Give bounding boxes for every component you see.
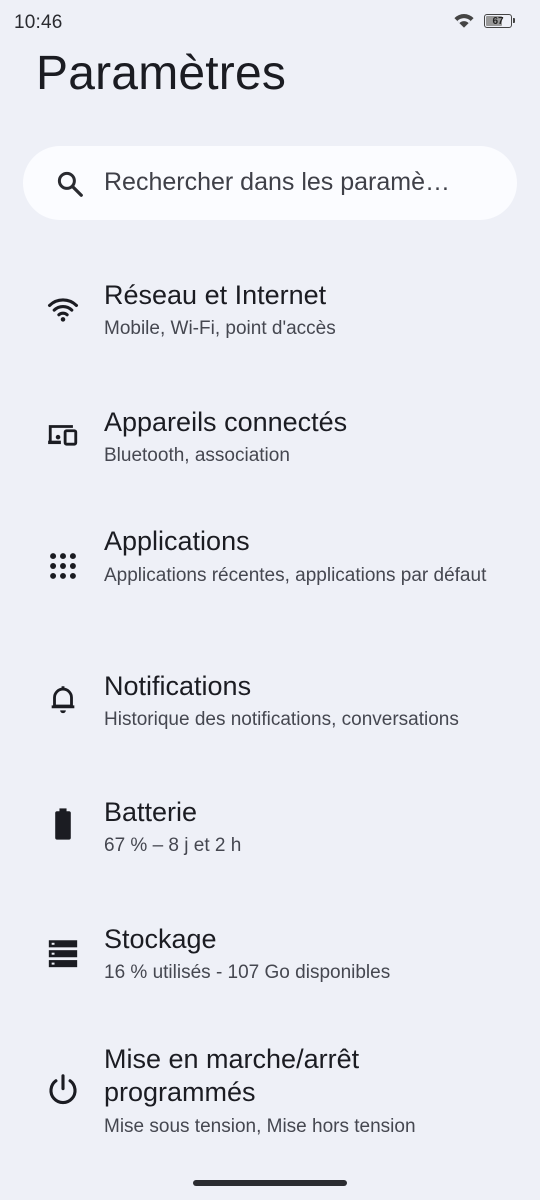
- setting-title: Applications: [104, 526, 250, 556]
- setting-subtitle: Mobile, Wi-Fi, point d'accès: [104, 318, 336, 339]
- setting-item-network[interactable]: Réseau et Internet Mobile, Wi-Fi, point …: [0, 262, 540, 362]
- status-icons: 67: [454, 13, 515, 29]
- gesture-nav-handle[interactable]: [193, 1180, 347, 1186]
- power-icon: [49, 1074, 77, 1105]
- status-time: 10:46: [14, 12, 63, 33]
- setting-item-connected-devices[interactable]: Appareils connectés Bluetooth, associati…: [0, 390, 540, 490]
- bell-icon: [51, 686, 75, 714]
- setting-subtitle: 16 % utilisés - 107 Go disponibles: [104, 962, 391, 983]
- wifi-status-icon: [454, 14, 474, 28]
- setting-subtitle: Mise sous tension, Mise hors tension: [104, 1116, 416, 1137]
- storage-icon: [48, 940, 78, 968]
- setting-title: Stockage: [104, 924, 217, 954]
- setting-title: Réseau et Internet: [104, 280, 327, 310]
- setting-item-scheduled-power[interactable]: Mise en marche/arrêt programmés Mise sou…: [0, 1036, 540, 1146]
- search-input[interactable]: Rechercher dans les paramè…: [104, 168, 450, 197]
- setting-item-notifications[interactable]: Notifications Historique des notificatio…: [0, 660, 540, 760]
- setting-subtitle: Historique des notifications, conversati…: [104, 709, 459, 730]
- setting-subtitle: 67 % – 8 j et 2 h: [104, 835, 242, 856]
- setting-item-storage[interactable]: Stockage 16 % utilisés - 107 Go disponib…: [0, 914, 540, 1014]
- status-bar: 10:46 67: [0, 0, 540, 46]
- battery-status-icon: 67: [484, 14, 515, 28]
- battery-level-text: 67: [492, 15, 504, 27]
- setting-subtitle: Bluetooth, association: [104, 445, 290, 466]
- setting-title: Notifications: [104, 671, 252, 701]
- setting-title: Appareils connectés: [104, 407, 348, 437]
- battery-icon: [55, 808, 71, 840]
- apps-grid-icon: [50, 553, 76, 579]
- setting-item-applications[interactable]: Applications Applications récentes, appl…: [0, 514, 540, 634]
- page-title: Paramètres: [36, 47, 287, 100]
- setting-subtitle: Applications récentes, applications par …: [104, 565, 487, 586]
- wifi-icon: [47, 298, 79, 322]
- search-icon: [57, 171, 83, 197]
- setting-title: Mise en marche/arrêt programmés: [104, 1044, 360, 1107]
- setting-title: Batterie: [104, 797, 198, 827]
- connected-devices-icon: [48, 425, 78, 446]
- setting-item-battery[interactable]: Batterie 67 % – 8 j et 2 h: [0, 786, 540, 886]
